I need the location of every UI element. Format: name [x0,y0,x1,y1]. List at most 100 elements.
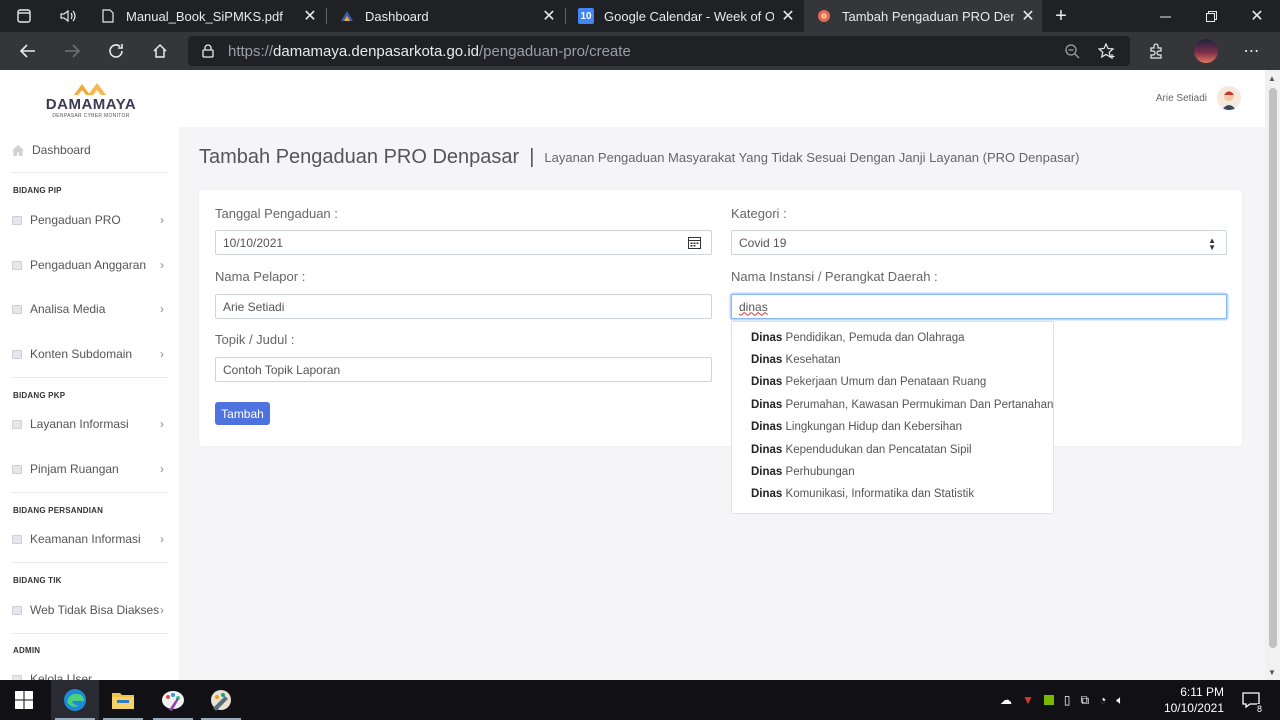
sidebar-item-keamanan-informasi[interactable]: Keamanan Informasi › [12,528,168,550]
autocomplete-item[interactable]: Dinas Perhubungan [751,466,855,478]
sidebar-item-pinjam-ruangan[interactable]: Pinjam Ruangan › [12,458,168,480]
restore-icon[interactable] [1196,0,1226,32]
sidebar-item-label: Pengaduan Anggaran [30,258,147,272]
page-scrollbar[interactable]: ▲ ▼ [1265,70,1280,680]
address-bar[interactable]: https://damamaya.denpasarkota.go.id/peng… [188,36,1130,66]
tab-actions-icon[interactable] [10,0,38,32]
sidebar-item-dashboard[interactable]: Dashboard [12,139,168,161]
extensions-icon[interactable] [1140,36,1172,66]
scrollbar-thumb[interactable] [1269,88,1277,648]
volume-icon[interactable]: 🔈︎ [1116,693,1123,708]
taskbar-clock[interactable]: 6:11 PM 10/10/2021 [1164,684,1224,716]
sidebar-item-label: Keamanan Informasi [30,532,141,546]
autocomplete-item[interactable]: Dinas Lingkungan Hidup dan Kebersihan [751,421,962,433]
scroll-up-icon[interactable]: ▲ [1268,74,1276,83]
kategori-value: Covid 19 [739,235,787,250]
tab-google-calendar[interactable]: 10 Google Calendar - Week of Octo ✕ [566,0,802,32]
sidebar-heading-admin: ADMIN [13,646,41,655]
weather-icon[interactable]: ☁ [1000,693,1012,707]
close-tab-icon[interactable]: ✕ [1014,6,1042,26]
sidebar-item-konten-subdomain[interactable]: Konten Subdomain › [12,343,168,365]
sidebar-item-pengaduan-anggaran[interactable]: Pengaduan Anggaran › [12,254,168,276]
page-subtitle: Layanan Pengaduan Masyarakat Yang Tidak … [544,150,1080,165]
autocomplete-item[interactable]: Dinas Pekerjaan Umum dan Penataan Ruang [751,376,986,388]
instansi-input[interactable]: dinas [731,294,1227,319]
windows-start-icon[interactable] [0,680,48,720]
avatar[interactable] [1217,86,1241,110]
usb-icon[interactable]: ▯ [1064,693,1071,707]
chevron-right-icon: › [160,213,164,227]
sidebar-heading-persandian: BIDANG PERSANDIAN [13,506,104,515]
device-icon[interactable]: ⧉ [1081,693,1090,708]
divider [12,492,168,493]
url-path: /pengaduan-pro/create [479,42,631,60]
back-icon[interactable] [12,36,44,66]
tab-dashboard[interactable]: Dashboard ✕ [327,0,563,32]
add-favorite-icon[interactable] [1098,42,1116,60]
kategori-select[interactable]: Covid 19 ▲ ▼ [731,230,1227,255]
lock-icon[interactable] [202,44,214,58]
forward-icon[interactable] [56,36,88,66]
tab-title: Tambah Pengaduan PRO Denpas [842,8,1014,24]
chevron-right-icon: › [160,532,164,546]
paint-icon[interactable] [149,680,197,720]
user-menu[interactable]: Arie Setiadi [1156,86,1241,110]
chevron-right-icon: › [160,302,164,316]
topik-input[interactable]: Contoh Topik Laporan [215,357,712,382]
autocomplete-item[interactable]: Dinas Kesehatan [751,354,841,366]
browser-toolbar: https://damamaya.denpasarkota.go.id/peng… [0,32,1280,70]
list-icon [12,349,22,359]
notification-center-icon[interactable]: 8 [1238,680,1264,720]
sidebar-item-web-tidak-bisa-diakses[interactable]: Web Tidak Bisa Diakses › [12,599,168,621]
file-explorer-icon[interactable] [99,680,147,720]
paint-3d-icon[interactable] [197,680,245,720]
tab-tambah-pengaduan[interactable]: Tambah Pengaduan PRO Denpas ✕ [804,0,1042,32]
nama-pelapor-input[interactable]: Arie Setiadi [215,294,712,319]
tanggal-input[interactable]: 10/10/2021 [215,230,712,255]
nvidia-icon[interactable] [1043,695,1054,705]
close-window-icon[interactable]: ✕ [1242,0,1272,32]
calendar-icon[interactable] [688,236,701,252]
divider [12,562,168,563]
more-menu-icon[interactable]: ⋯ [1236,36,1268,66]
antivirus-icon[interactable]: ▼ [1022,693,1034,707]
sidebar: Dashboard BIDANG PIP Pengaduan PRO › Pen… [0,127,179,680]
new-tab-icon[interactable]: + [1046,0,1076,32]
autocomplete-item[interactable]: Dinas Perumahan, Kawasan Permukiman Dan … [751,399,1053,411]
sidebar-item-kelola-user[interactable]: Kelola User [12,668,168,680]
edge-browser-icon[interactable] [51,680,99,720]
topik-label: Topik / Judul : [215,332,295,347]
chevron-right-icon: › [160,603,164,617]
sidebar-item-layanan-informasi[interactable]: Layanan Informasi › [12,413,168,435]
speaker-icon[interactable] [54,0,82,32]
url-host: damamaya.denpasarkota.go.id [273,42,479,60]
autocomplete-item[interactable]: Dinas Komunikasi, Informatika dan Statis… [751,488,974,500]
close-tab-icon[interactable]: ✕ [296,6,324,26]
logo[interactable]: DAMAMAYA DENPASAR CYBER MONITOR [44,82,138,122]
home-icon[interactable] [144,36,176,66]
tab-title: Dashboard [365,8,429,24]
refresh-icon[interactable] [100,36,132,66]
home-icon [12,144,24,156]
tambah-button[interactable]: Tambah [215,402,270,425]
divider [12,633,168,634]
close-tab-icon[interactable]: ✕ [774,6,802,26]
scroll-down-icon[interactable]: ▼ [1268,668,1276,677]
kategori-label: Kategori : [731,206,787,221]
autocomplete-item[interactable]: Dinas Pendidikan, Pemuda dan Olahraga [751,332,965,344]
sidebar-item-pengaduan-pro[interactable]: Pengaduan PRO › [12,209,168,231]
sidebar-item-label: Layanan Informasi [30,417,129,431]
logo-text: DAMAMAYA [45,96,137,113]
zoom-icon[interactable] [1065,43,1080,59]
tab-manual-book[interactable]: Manual_Book_SiPMKS.pdf ✕ [88,0,324,32]
nama-pelapor-value: Arie Setiadi [223,299,285,314]
chevron-right-icon: › [160,417,164,431]
close-tab-icon[interactable]: ✕ [535,6,563,26]
network-icon[interactable]: ◔ [1099,693,1106,707]
sidebar-item-label: Dashboard [32,143,91,157]
autocomplete-item[interactable]: Dinas Kependudukan dan Pencatatan Sipil [751,444,972,456]
profile-icon[interactable] [1190,36,1222,66]
minimize-icon[interactable] [1150,0,1180,32]
sidebar-heading-tik: BIDANG TIK [13,576,62,585]
sidebar-item-analisa-media[interactable]: Analisa Media › [12,298,168,320]
